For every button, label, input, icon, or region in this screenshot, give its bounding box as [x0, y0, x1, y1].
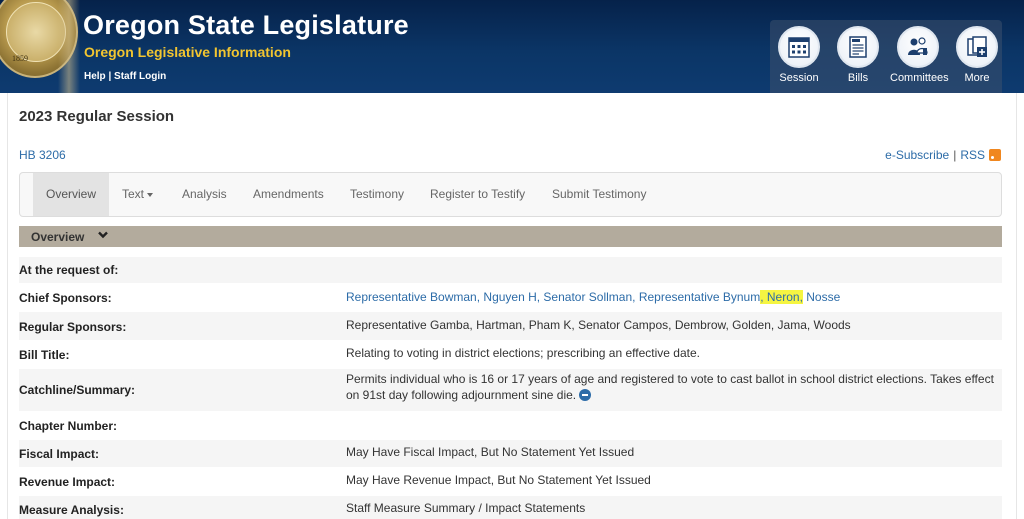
- subscribe-links: e-Subscribe | RSS: [885, 148, 1001, 162]
- tab-overview[interactable]: Overview: [33, 173, 110, 216]
- header-links: Help | Staff Login: [84, 71, 166, 82]
- chief-sponsors-value: Representative Bowman, Nguyen H, Senator…: [346, 289, 998, 305]
- collapse-minus-icon[interactable]: [579, 389, 592, 401]
- chief-sponsors-link-last[interactable]: Nosse: [803, 290, 840, 304]
- regular-sponsors-links[interactable]: Representative Gamba, Hartman, Pham K, S…: [346, 317, 998, 333]
- catchline-value: Permits individual who is 16 or 17 years…: [346, 372, 994, 402]
- site-header: 1859 Oregon State Legislature Oregon Leg…: [0, 0, 1024, 93]
- subscribe-separator: |: [953, 148, 957, 162]
- calendar-icon: [788, 37, 810, 58]
- nav-bills-label: Bills: [847, 72, 869, 84]
- row-fiscal-impact: Fiscal Impact: May Have Fiscal Impact, B…: [19, 440, 1002, 467]
- tab-submit-testimony[interactable]: Submit Testimony: [539, 173, 659, 216]
- page-title: 2023 Regular Session: [19, 108, 175, 125]
- bill-tabs: Overview Text Analysis Amendments Testim…: [19, 172, 1002, 217]
- row-chief-sponsors: Chief Sponsors: Representative Bowman, N…: [19, 285, 1002, 311]
- seal-year: 1859: [12, 54, 28, 63]
- site-title[interactable]: Oregon State Legislature: [83, 10, 409, 41]
- esubscribe-link[interactable]: e-Subscribe: [885, 148, 949, 162]
- row-revenue-impact: Revenue Impact: May Have Revenue Impact,…: [19, 473, 651, 489]
- tab-text[interactable]: Text: [109, 173, 166, 216]
- staff-login-link[interactable]: Staff Login: [114, 71, 166, 82]
- measure-analysis-link[interactable]: Staff Measure Summary / Impact Statement…: [346, 500, 998, 516]
- chief-sponsors-link[interactable]: Representative Bowman, Nguyen H, Senator…: [346, 290, 760, 304]
- tab-register-to-testify[interactable]: Register to Testify: [417, 173, 538, 216]
- highlighted-sponsor[interactable]: , Neron,: [760, 290, 803, 304]
- nav-more-button[interactable]: More: [951, 26, 1003, 84]
- row-regular-sponsors: Regular Sponsors: Representative Gamba, …: [19, 312, 1002, 340]
- header-link-separator: |: [108, 71, 112, 82]
- chevron-down-icon: [98, 231, 108, 239]
- rss-link[interactable]: RSS: [960, 148, 985, 162]
- row-chapter-number: Chapter Number:: [19, 419, 118, 433]
- rss-icon[interactable]: [989, 149, 1001, 161]
- tab-analysis[interactable]: Analysis: [169, 173, 240, 216]
- bill-title-value: Relating to voting in district elections…: [346, 346, 700, 360]
- bill-number-link[interactable]: HB 3206: [19, 148, 66, 162]
- overview-section-header[interactable]: Overview: [19, 226, 1002, 247]
- tab-testimony[interactable]: Testimony: [337, 173, 417, 216]
- row-measure-analysis: Measure Analysis: Staff Measure Summary …: [19, 496, 1002, 519]
- main-nav: Session Bills Committees More: [770, 20, 1002, 93]
- nav-bills-button[interactable]: Bills: [832, 26, 884, 84]
- nav-committees-button[interactable]: Committees: [890, 26, 949, 84]
- chevron-down-icon: [147, 192, 154, 197]
- nav-session-label: Session: [779, 72, 819, 84]
- row-catchline-summary: Catchline/Summary: Permits individual wh…: [19, 369, 1002, 411]
- nav-more-label: More: [964, 72, 990, 84]
- nav-session-button[interactable]: Session: [773, 26, 825, 84]
- overview-header-label: Overview: [31, 230, 85, 244]
- row-bill-title: Bill Title: Relating to voting in distri…: [19, 341, 1002, 368]
- row-at-request-of: At the request of:: [19, 257, 1002, 283]
- committee-people-icon: [908, 37, 928, 55]
- tab-amendments[interactable]: Amendments: [240, 173, 337, 216]
- bill-document-icon: [849, 36, 867, 58]
- more-documents-icon: [967, 36, 987, 57]
- nav-committees-label: Committees: [890, 72, 949, 84]
- help-link[interactable]: Help: [84, 71, 106, 82]
- site-subtitle: Oregon Legislative Information: [84, 44, 291, 60]
